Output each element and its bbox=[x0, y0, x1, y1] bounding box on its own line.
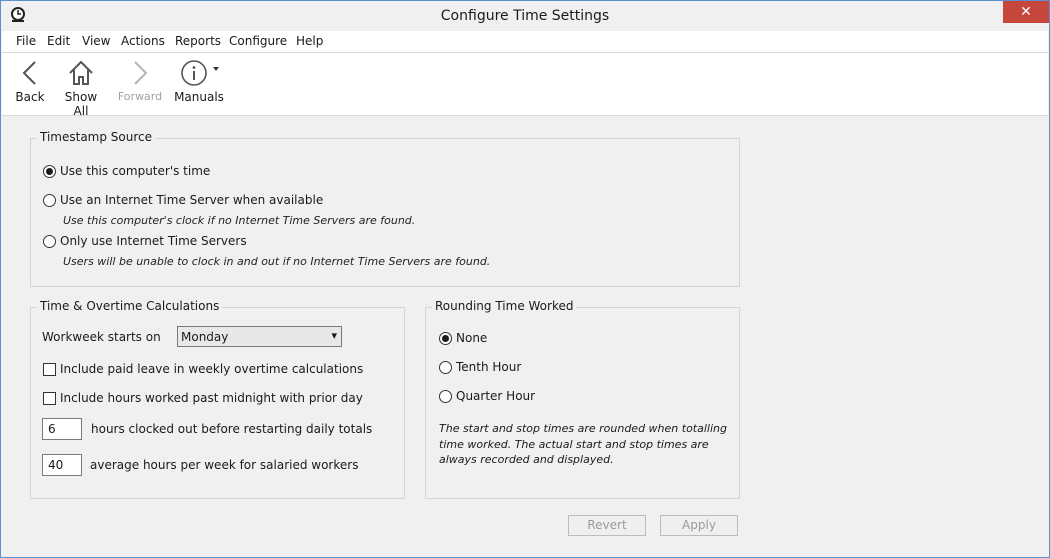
radio-tenth-hour[interactable]: Tenth Hour bbox=[439, 360, 521, 374]
show-all-button[interactable]: Show All bbox=[56, 59, 106, 118]
forward-label: Forward bbox=[117, 90, 163, 103]
radio-unselected-icon bbox=[43, 193, 56, 207]
menu-actions[interactable]: Actions bbox=[121, 34, 165, 48]
checkbox-icon bbox=[43, 391, 56, 405]
internet-when-available-hint: Use this computer's clock if no Internet… bbox=[63, 214, 416, 227]
menu-configure[interactable]: Configure bbox=[229, 34, 287, 48]
clocked-out-hours-label: hours clocked out before restarting dail… bbox=[91, 422, 373, 436]
include-paid-leave-label: Include paid leave in weekly overtime ca… bbox=[60, 362, 364, 376]
radio-only-internet[interactable]: Only use Internet Time Servers bbox=[43, 234, 247, 248]
app-window: Configure Time Settings ✕ File Edit View… bbox=[0, 0, 1050, 558]
radio-only-internet-label: Only use Internet Time Servers bbox=[60, 234, 247, 248]
manuals-label: Manuals bbox=[174, 90, 224, 104]
timestamp-source-group: Timestamp Source Use this computer's tim… bbox=[30, 130, 740, 287]
include-past-midnight-label: Include hours worked past midnight with … bbox=[60, 391, 363, 405]
rounding-note: The start and stop times are rounded whe… bbox=[439, 422, 727, 466]
radio-unselected-icon bbox=[43, 234, 56, 248]
settings-panel: Timestamp Source Use this computer's tim… bbox=[2, 116, 1048, 554]
menu-file[interactable]: File bbox=[16, 34, 36, 48]
overtime-title: Time & Overtime Calculations bbox=[37, 299, 223, 313]
title-bar: Configure Time Settings ✕ bbox=[1, 1, 1049, 31]
close-button[interactable]: ✕ bbox=[1003, 1, 1049, 23]
show-all-label: Show All bbox=[64, 90, 98, 118]
radio-tenth-hour-label: Tenth Hour bbox=[456, 360, 522, 374]
home-icon bbox=[69, 60, 93, 85]
radio-quarter-hour[interactable]: Quarter Hour bbox=[439, 389, 535, 403]
radio-internet-when-available[interactable]: Use an Internet Time Server when availab… bbox=[43, 193, 323, 207]
radio-selected-icon bbox=[43, 164, 56, 178]
back-button[interactable]: Back bbox=[15, 59, 45, 104]
include-paid-leave-checkbox[interactable]: Include paid leave in weekly overtime ca… bbox=[43, 362, 363, 376]
apply-button[interactable]: Apply bbox=[660, 515, 738, 536]
info-icon bbox=[181, 60, 219, 86]
chevron-down-icon: ▾ bbox=[331, 329, 337, 342]
average-hours-input[interactable]: 40 bbox=[42, 454, 82, 476]
window-title: Configure Time Settings bbox=[440, 8, 610, 24]
back-label: Back bbox=[15, 90, 45, 104]
manuals-button[interactable]: Manuals bbox=[174, 59, 224, 104]
overtime-group: Time & Overtime Calculations Workweek st… bbox=[30, 299, 405, 499]
workweek-select[interactable]: Monday ▾ bbox=[177, 326, 342, 347]
radio-quarter-hour-label: Quarter Hour bbox=[456, 389, 536, 403]
radio-rounding-none-label: None bbox=[456, 331, 488, 345]
radio-computer-time-label: Use this computer's time bbox=[60, 164, 211, 178]
workweek-select-value: Monday bbox=[181, 330, 229, 344]
back-arrow-icon bbox=[22, 61, 36, 85]
timestamp-source-title: Timestamp Source bbox=[37, 130, 156, 144]
radio-rounding-none[interactable]: None bbox=[439, 331, 487, 345]
menu-reports[interactable]: Reports bbox=[175, 34, 221, 48]
menu-help[interactable]: Help bbox=[296, 34, 323, 48]
workweek-label: Workweek starts on bbox=[42, 330, 161, 344]
menu-view[interactable]: View bbox=[82, 34, 110, 48]
average-hours-label: average hours per week for salaried work… bbox=[90, 458, 359, 472]
radio-computer-time[interactable]: Use this computer's time bbox=[43, 164, 210, 178]
forward-button[interactable]: Forward bbox=[116, 59, 164, 103]
revert-button[interactable]: Revert bbox=[568, 515, 646, 536]
include-past-midnight-checkbox[interactable]: Include hours worked past midnight with … bbox=[43, 391, 363, 405]
rounding-group: Rounding Time Worked None Tenth Hour Qua… bbox=[425, 299, 740, 499]
forward-arrow-icon bbox=[134, 61, 148, 85]
only-internet-hint: Users will be unable to clock in and out… bbox=[63, 255, 491, 268]
checkbox-icon bbox=[43, 362, 56, 376]
radio-internet-when-available-label: Use an Internet Time Server when availab… bbox=[60, 193, 324, 207]
radio-selected-icon bbox=[439, 331, 452, 345]
menu-edit[interactable]: Edit bbox=[47, 34, 70, 48]
menu-bar: File Edit View Actions Reports Configure… bbox=[2, 31, 1048, 53]
radio-unselected-icon bbox=[439, 389, 452, 403]
rounding-title: Rounding Time Worked bbox=[432, 299, 577, 313]
radio-unselected-icon bbox=[439, 360, 452, 374]
clocked-out-hours-input[interactable]: 6 bbox=[42, 418, 82, 440]
toolbar: Back Show All Forward Manuals bbox=[2, 53, 1048, 118]
